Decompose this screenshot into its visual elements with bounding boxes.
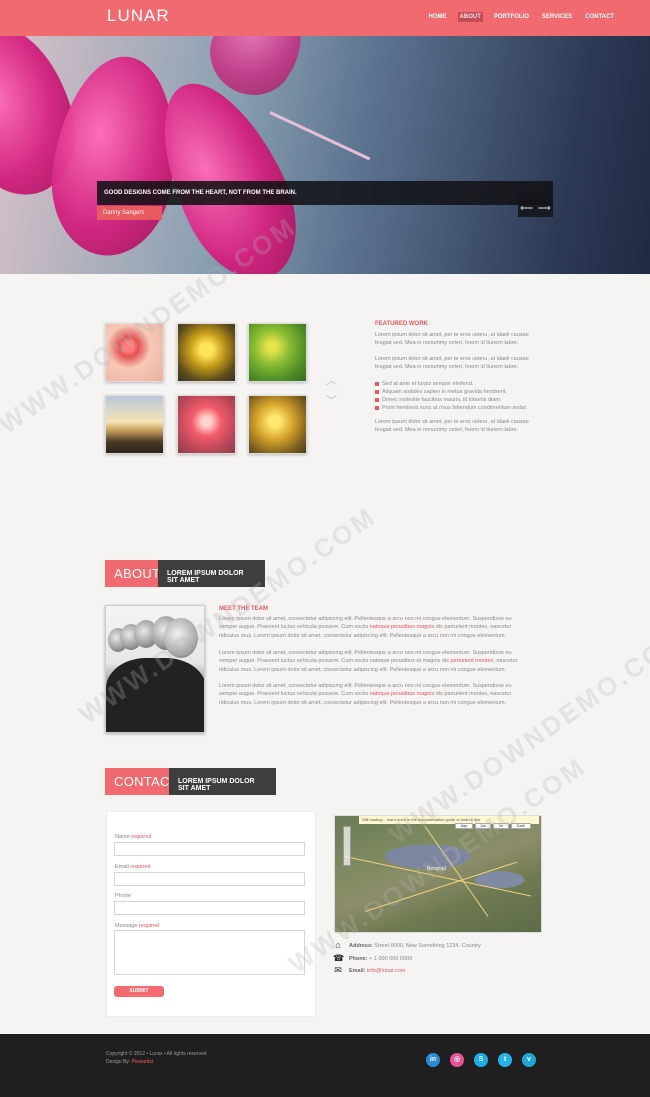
portfolio-thumb[interactable]	[248, 395, 307, 454]
map-type-earth[interactable]: Earth	[511, 823, 531, 829]
portfolio-thumb[interactable]	[105, 395, 164, 454]
designer-link[interactable]: Pixelartist	[132, 1059, 154, 1065]
location-map[interactable]: Still loading... learn more in the docum…	[334, 815, 542, 933]
hero-quote-author: Danny Sangers	[97, 206, 162, 220]
footer-copyright: Copyright © 2012 • Lunar • All rights re…	[106, 1051, 207, 1065]
map-type-sat[interactable]: Sat	[475, 823, 491, 829]
phone-label: Phone	[115, 893, 131, 899]
map-type-map[interactable]: Map	[455, 823, 473, 829]
about-paragraph: Lorem ipsum dolor sit amet, consectetur …	[219, 650, 518, 673]
inline-link[interactable]: parturient montes	[450, 658, 493, 664]
site-footer	[0, 1034, 650, 1097]
message-field[interactable]	[114, 930, 305, 975]
featured-list: Sed at ante et turpis semper eleifend. A…	[375, 380, 527, 412]
team-member	[164, 618, 198, 658]
portfolio-thumb[interactable]	[177, 323, 236, 382]
submit-button[interactable]: SUBMIT	[114, 986, 164, 997]
map-road	[344, 856, 531, 897]
chevron-down-icon[interactable]: ﹀	[326, 392, 337, 408]
team-suit	[106, 658, 204, 732]
message-label: Message required	[115, 923, 160, 929]
portfolio-thumb[interactable]	[248, 323, 307, 382]
email-field[interactable]	[114, 872, 305, 886]
nav-services[interactable]: SERVICES	[540, 12, 574, 22]
phone-field[interactable]	[114, 901, 305, 915]
twitter-icon[interactable]: t	[498, 1053, 512, 1067]
address-row: ⌂ Address: Street 0000, New Something 12…	[333, 941, 481, 950]
about-paragraph: Lorem ipsum dolor sit amet, consectetur …	[219, 616, 512, 639]
site-header: LUNAR HOME ABOUT PORTFOLIO SERVICES CONT…	[0, 0, 650, 36]
contact-subheading: LOREM IPSUM DOLOR SIT AMET	[169, 768, 276, 795]
home-icon: ⌂	[335, 940, 341, 950]
vimeo-icon[interactable]: v	[522, 1053, 536, 1067]
chevron-up-icon[interactable]: ︿	[326, 372, 337, 388]
featured-work-title: FEATURED WORK	[375, 321, 428, 327]
main-nav: HOME ABOUT PORTFOLIO SERVICES CONTACT	[427, 12, 616, 22]
hero-slider: ⟵ ⟶	[0, 36, 650, 274]
nav-home[interactable]: HOME	[427, 12, 449, 22]
envelope-icon: ✉	[334, 965, 342, 975]
phone-row: ☎ Phone: + 1 000 000 0000	[333, 953, 413, 963]
featured-para: Lorem ipsum dolor sit amet, per te eros …	[375, 419, 529, 433]
list-item: Sed at ante et turpis semper eleifend.	[375, 380, 527, 388]
name-label: Name required	[115, 834, 152, 840]
map-type-ter[interactable]: Ter	[493, 823, 509, 829]
name-field[interactable]	[114, 842, 305, 856]
map-city-label: Beograd	[427, 866, 446, 872]
meet-team-title: MEET THE TEAM	[219, 606, 268, 612]
about-subheading: LOREM IPSUM DOLOR SIT AMET	[158, 560, 265, 587]
about-paragraph: Lorem ipsum dolor sit amet, consectetur …	[219, 683, 512, 706]
featured-para: Lorem ipsum dolor sit amet, per te eros …	[375, 332, 529, 346]
inline-link[interactable]: natoque penatibus magnis	[370, 624, 435, 630]
list-item: Aliquam sodales sapien in metus gravida …	[375, 388, 527, 396]
portfolio-thumb[interactable]	[177, 395, 236, 454]
team-photo	[105, 605, 205, 733]
email-label: Email required	[115, 864, 151, 870]
skype-icon[interactable]: S	[474, 1053, 488, 1067]
hero-quote: GOOD DESIGNS COME FROM THE HEART, NOT FR…	[97, 181, 553, 205]
featured-para: Lorem ipsum dolor sit amet, per te eros …	[375, 356, 529, 370]
dribbble-icon[interactable]: ◎	[450, 1053, 464, 1067]
nav-contact[interactable]: CONTACT	[583, 12, 616, 22]
nav-about[interactable]: ABOUT	[457, 12, 483, 22]
portfolio-thumb[interactable]	[105, 323, 164, 382]
about-heading: ABOUT	[105, 560, 160, 587]
inline-link[interactable]: natoque penatibus magnis	[370, 691, 435, 697]
email-row: ✉ Email: info@lunar.com	[334, 965, 406, 975]
phone-icon: ☎	[333, 953, 345, 963]
email-link[interactable]: info@lunar.com	[367, 968, 405, 974]
hero-stem	[269, 111, 371, 161]
nav-portfolio[interactable]: PORTFOLIO	[492, 12, 531, 22]
list-item: Proin hendrerit nunc at risus bibendum c…	[375, 404, 527, 412]
list-item: Donec molestie faucibus mauris, id lobor…	[375, 396, 527, 404]
contact-heading: CONTACT	[105, 768, 178, 795]
site-logo[interactable]: LUNAR	[107, 6, 170, 26]
linkedin-icon[interactable]: in	[426, 1053, 440, 1067]
map-zoom-control[interactable]	[343, 826, 351, 866]
